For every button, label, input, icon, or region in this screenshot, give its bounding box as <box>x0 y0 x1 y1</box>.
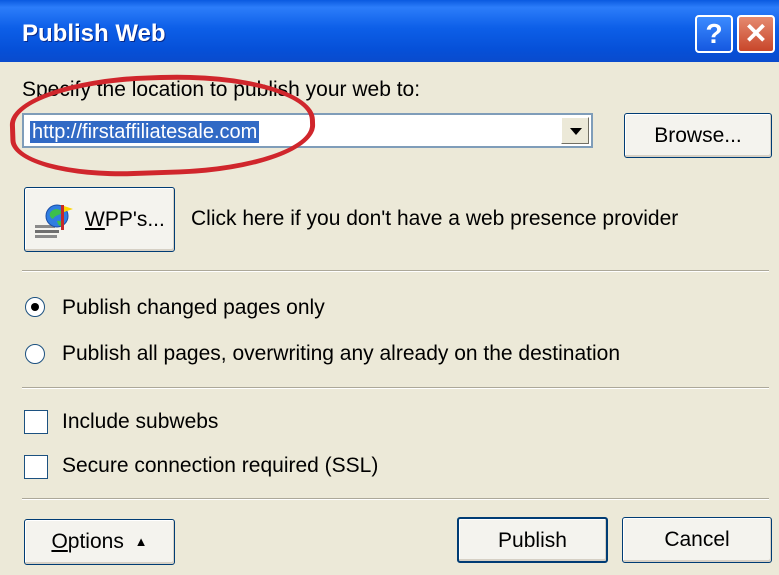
location-input-value[interactable]: http://firstaffiliatesale.com <box>30 121 260 143</box>
cancel-button[interactable]: Cancel <box>622 517 772 563</box>
radio-publish-changed-label[interactable]: Publish changed pages only <box>62 296 325 320</box>
dialog-title: Publish Web <box>22 20 166 47</box>
location-prompt: Specify the location to publish your web… <box>22 78 421 101</box>
separator <box>22 387 769 389</box>
wpp-description: Click here if you don't have a web prese… <box>191 207 679 230</box>
browse-button[interactable]: Browse... <box>624 113 772 158</box>
checkbox-ssl-label[interactable]: Secure connection required (SSL) <box>62 454 378 478</box>
options-button-label: Options <box>51 530 124 553</box>
radio-publish-changed[interactable] <box>25 297 45 317</box>
close-button[interactable]: ✕ <box>737 15 775 53</box>
checkbox-include-subwebs-label[interactable]: Include subwebs <box>62 410 218 434</box>
help-button[interactable]: ? <box>695 15 733 53</box>
close-icon: ✕ <box>744 18 768 49</box>
options-button[interactable]: Options ▲ <box>24 519 175 565</box>
checkbox-ssl[interactable] <box>24 455 48 479</box>
location-combobox[interactable]: http://firstaffiliatesale.com <box>22 113 593 148</box>
publish-web-dialog: Publish Web ? ✕ Specify the location to … <box>0 0 779 575</box>
web-presence-icon <box>35 204 73 238</box>
checkbox-include-subwebs[interactable] <box>24 410 48 434</box>
separator <box>22 270 769 272</box>
wpp-button[interactable]: WPP's... <box>24 187 175 252</box>
chevron-down-icon[interactable] <box>561 117 589 144</box>
chevron-up-icon: ▲ <box>134 534 148 550</box>
title-bar[interactable]: Publish Web ? ✕ <box>0 0 779 62</box>
radio-publish-all-label[interactable]: Publish all pages, overwriting any alrea… <box>62 342 620 366</box>
publish-button[interactable]: Publish <box>457 517 608 563</box>
wpp-button-label: WPP's... <box>85 208 165 231</box>
separator <box>22 498 769 500</box>
radio-publish-all[interactable] <box>25 344 45 364</box>
